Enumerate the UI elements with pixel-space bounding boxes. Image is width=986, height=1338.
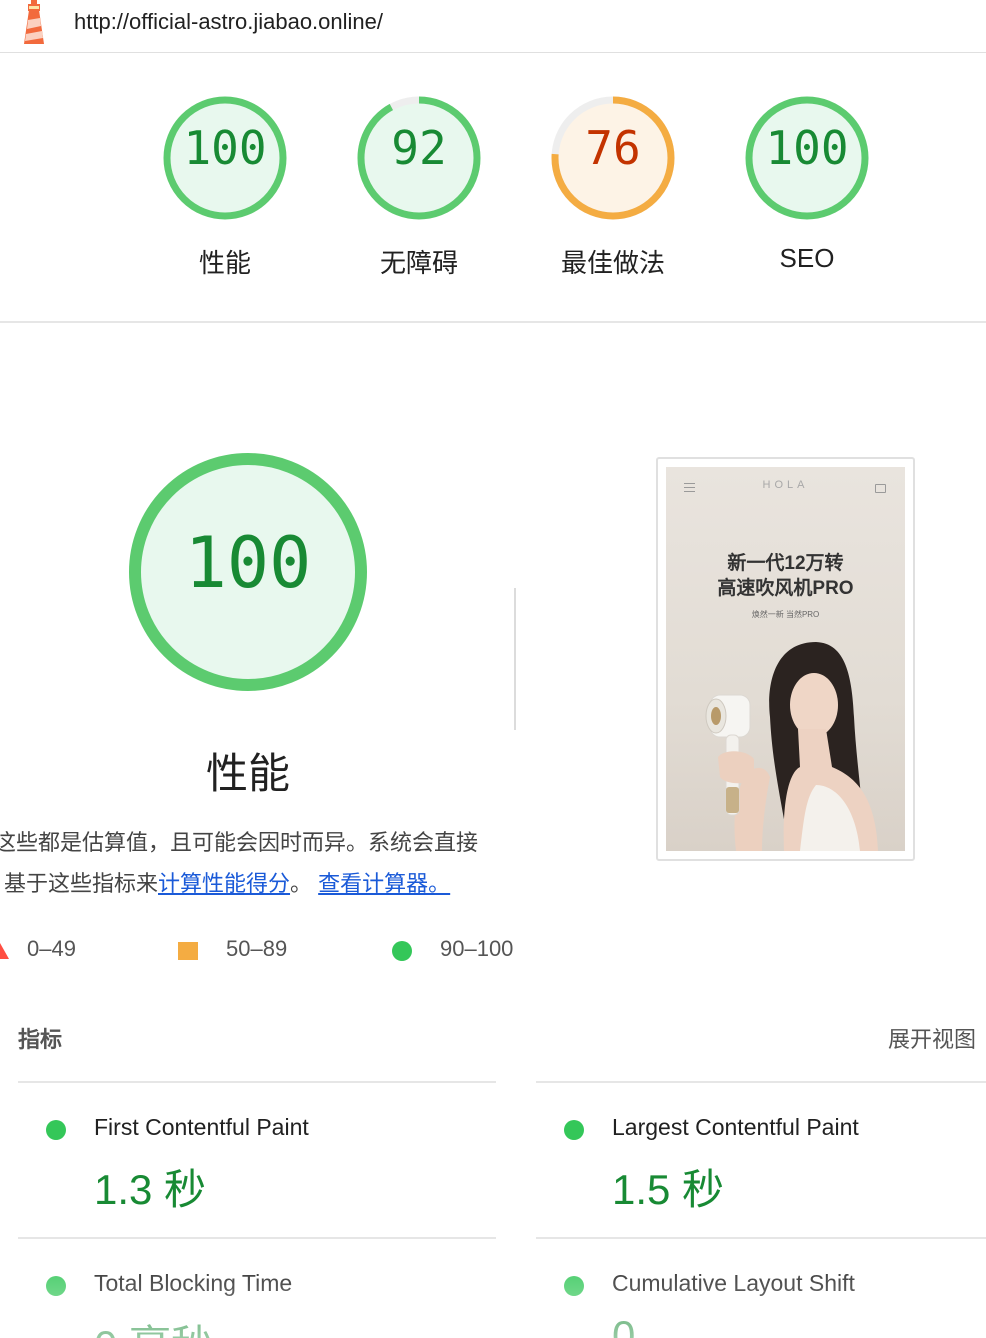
metric-name: Largest Contentful Paint xyxy=(612,1114,859,1140)
metric-value: 0 xyxy=(612,1312,636,1338)
metrics-header: 指标 xyxy=(18,1027,63,1052)
gauge-label: 性能 xyxy=(198,248,251,278)
description-line-1: 这些都是估算值，且可能会因时而异。系统会直接 xyxy=(0,830,479,855)
metric-name: First Contentful Paint xyxy=(94,1114,309,1140)
pass-circle-icon xyxy=(392,941,412,961)
performance-title: 性能 xyxy=(205,750,290,797)
divider xyxy=(536,1237,986,1239)
calc-score-link[interactable]: 计算性能得分 xyxy=(158,871,290,896)
description-separator: 。 xyxy=(290,871,313,896)
pass-circle-icon xyxy=(564,1276,584,1296)
metric-name: Total Blocking Time xyxy=(94,1270,293,1296)
metric-lcp: Largest Contentful Paint 1.5 秒 xyxy=(536,1100,986,1240)
performance-score: 100 xyxy=(184,522,312,604)
gauge-score: 76 xyxy=(585,121,641,175)
pass-circle-icon xyxy=(46,1120,66,1140)
gauge-label: 最佳做法 xyxy=(560,248,665,278)
hero-model-image xyxy=(705,642,878,851)
pass-circle-icon xyxy=(46,1276,66,1296)
divider xyxy=(18,1081,496,1083)
page-url: http://official-astro.jiabao.online/ xyxy=(74,9,383,34)
performance-gauge: 100 xyxy=(120,450,376,700)
expand-view-button[interactable]: 展开视图 xyxy=(888,1022,976,1054)
fail-triangle-icon xyxy=(0,943,9,959)
screenshot-image: HOLA 新一代12万转 高速吹风机PRO 焕然一新 当然PRO xyxy=(666,467,905,851)
divider xyxy=(18,1237,496,1239)
pass-circle-icon xyxy=(564,1120,584,1140)
vertical-divider xyxy=(514,588,516,730)
metric-cls: Cumulative Layout Shift 0 xyxy=(536,1256,986,1338)
metric-name: Cumulative Layout Shift xyxy=(612,1270,855,1296)
gauge-label: 无障碍 xyxy=(379,248,458,278)
legend-fail: 0–49 xyxy=(27,936,76,961)
legend-pass: 90–100 xyxy=(440,936,514,961)
lighthouse-icon xyxy=(24,0,44,44)
score-legend: 0–49 50–89 90–100 xyxy=(0,930,540,970)
metric-tbt: Total Blocking Time 0 毫秒 xyxy=(18,1256,488,1338)
category-gauges: 100 性能 92 无障碍 76 最佳做法 100 SEO xyxy=(0,53,986,323)
gauge-performance[interactable]: 100 性能 xyxy=(145,93,305,293)
gauge-score: 100 xyxy=(183,121,267,175)
average-square-icon xyxy=(178,942,198,960)
metric-value: 0 毫秒 xyxy=(94,1312,213,1338)
metric-value: 1.3 秒 xyxy=(94,1166,207,1213)
gauge-score: 92 xyxy=(391,121,447,175)
gauge-seo[interactable]: 100 SEO xyxy=(727,93,887,293)
gauge-score: 100 xyxy=(765,121,849,175)
divider xyxy=(536,1081,986,1083)
description-line-2: 基于这些指标来计算性能得分。 查看计算器。 xyxy=(0,863,524,904)
description-prefix: 基于这些指标来 xyxy=(4,871,159,896)
final-screenshot[interactable]: HOLA 新一代12万转 高速吹风机PRO 焕然一新 当然PRO xyxy=(656,457,915,861)
performance-description: 这些都是估算值，且可能会因时而异。系统会直接 基于这些指标来计算性能得分。 查看… xyxy=(0,822,524,904)
gauge-label: SEO xyxy=(779,243,835,273)
top-bar: http://official-astro.jiabao.online/ xyxy=(0,0,986,53)
calculator-link[interactable]: 查看计算器。 xyxy=(318,871,450,896)
gauge-accessibility[interactable]: 92 无障碍 xyxy=(339,93,499,293)
gauge-best-practices[interactable]: 76 最佳做法 xyxy=(533,93,693,293)
legend-average: 50–89 xyxy=(226,936,288,961)
metric-fcp: First Contentful Paint 1.3 秒 xyxy=(18,1100,488,1240)
metric-value: 1.5 秒 xyxy=(612,1166,725,1213)
